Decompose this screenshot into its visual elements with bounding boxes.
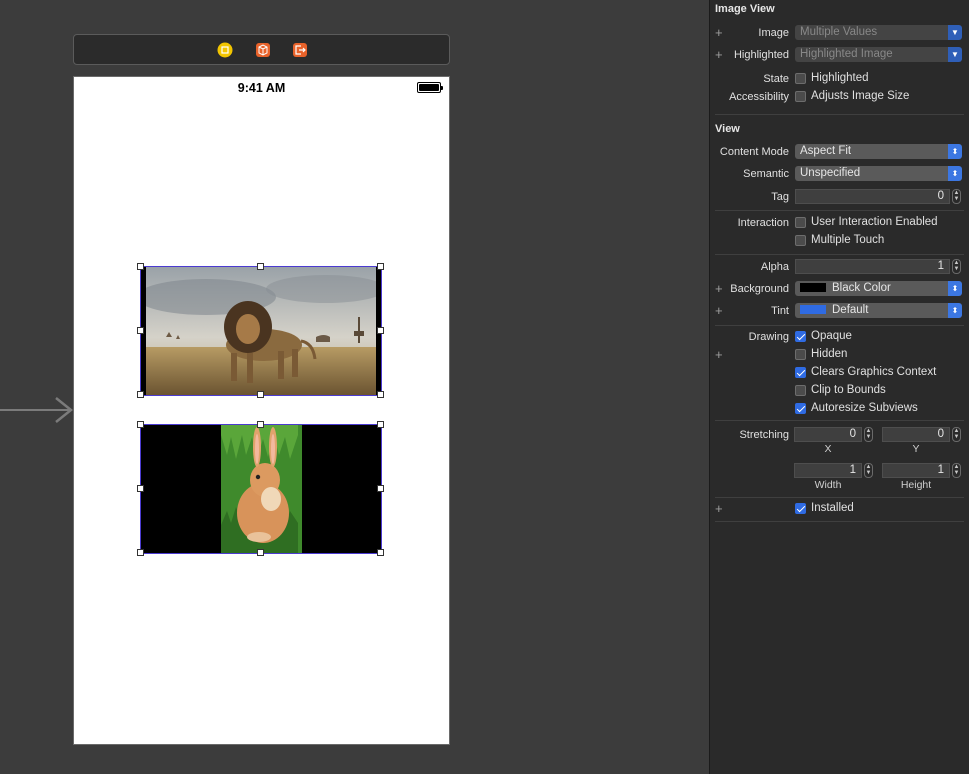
highlighted-checkbox-label: Highlighted bbox=[811, 72, 869, 84]
user-interaction-checkbox[interactable] bbox=[795, 217, 806, 228]
highlighted-popup[interactable]: Highlighted Image ▼ bbox=[795, 47, 962, 62]
divider bbox=[715, 521, 964, 522]
up-down-chevron-icon: ⬍ bbox=[948, 166, 962, 181]
divider bbox=[715, 210, 964, 211]
hidden-label: Hidden bbox=[811, 348, 848, 360]
image-popup[interactable]: Multiple Values ▼ bbox=[795, 25, 962, 40]
storyboard-canvas[interactable]: 9:41 AM bbox=[0, 0, 709, 774]
background-value: Black Color bbox=[832, 282, 891, 294]
installed-plus-icon[interactable]: + bbox=[715, 502, 723, 515]
stretching-width-field[interactable]: 1 bbox=[794, 463, 862, 478]
multiple-touch-label: Multiple Touch bbox=[811, 234, 885, 246]
entry-arrow-head-icon bbox=[55, 397, 74, 423]
stretching-x-caption: X bbox=[824, 443, 832, 455]
semantic-label: Semantic bbox=[743, 168, 789, 180]
content-mode-popup[interactable]: Aspect Fit ⬍ bbox=[795, 144, 962, 159]
alpha-label: Alpha bbox=[760, 261, 789, 273]
stretching-x-field[interactable]: 0 bbox=[794, 427, 862, 442]
background-plus-icon[interactable]: + bbox=[715, 282, 723, 295]
stretching-width-stepper[interactable]: ▲ ▼ bbox=[864, 463, 873, 478]
tint-value: Default bbox=[832, 304, 869, 316]
background-popup[interactable]: Black Color ⬍ bbox=[795, 281, 962, 296]
divider bbox=[715, 254, 964, 255]
stretching-label: Stretching bbox=[739, 429, 789, 441]
tag-field[interactable]: 0 bbox=[795, 189, 950, 204]
image-view-lion[interactable] bbox=[137, 263, 384, 398]
highlighted-checkbox[interactable] bbox=[795, 73, 806, 84]
tag-stepper[interactable]: ▲ ▼ bbox=[952, 189, 961, 204]
chevron-down-icon: ▼ bbox=[948, 47, 962, 62]
tag-label: Tag bbox=[771, 191, 789, 203]
state-label: State bbox=[763, 73, 789, 85]
alpha-stepper[interactable]: ▲ ▼ bbox=[952, 259, 961, 274]
content-mode-value: Aspect Fit bbox=[800, 145, 852, 157]
tint-plus-icon[interactable]: + bbox=[715, 304, 723, 317]
multiple-touch-checkbox[interactable] bbox=[795, 235, 806, 246]
stretching-height-caption: Height bbox=[900, 479, 932, 491]
up-down-chevron-icon: ⬍ bbox=[948, 303, 962, 318]
stretching-height-field[interactable]: 1 bbox=[882, 463, 950, 478]
accessibility-label: Accessibility bbox=[729, 91, 789, 103]
interaction-label: Interaction bbox=[737, 217, 789, 229]
tint-color-swatch bbox=[800, 305, 826, 314]
image-popup-value: Multiple Values bbox=[800, 26, 878, 38]
view-controller-icon[interactable] bbox=[217, 42, 233, 58]
highlighted-popup-value: Highlighted Image bbox=[800, 48, 893, 60]
divider bbox=[715, 325, 964, 326]
clip-to-bounds-checkbox[interactable] bbox=[795, 385, 806, 396]
highlighted-label: Highlighted bbox=[733, 49, 789, 61]
image-label: Image bbox=[758, 27, 789, 39]
adjusts-image-size-checkbox[interactable] bbox=[795, 91, 806, 102]
chevron-down-icon: ▼ bbox=[948, 25, 962, 40]
user-interaction-label: User Interaction Enabled bbox=[811, 216, 938, 228]
first-responder-icon[interactable] bbox=[255, 42, 271, 58]
tint-label: Tint bbox=[771, 305, 789, 317]
stretching-x-stepper[interactable]: ▲ ▼ bbox=[864, 427, 873, 442]
up-down-chevron-icon: ⬍ bbox=[948, 281, 962, 296]
stretching-y-field[interactable]: 0 bbox=[882, 427, 950, 442]
clip-to-bounds-label: Clip to Bounds bbox=[811, 384, 886, 396]
lion-photo bbox=[146, 267, 376, 395]
drawing-label: Drawing bbox=[748, 331, 789, 343]
content-mode-label: Content Mode bbox=[719, 146, 789, 158]
hidden-plus-icon[interactable]: + bbox=[715, 348, 723, 361]
installed-checkbox[interactable] bbox=[795, 503, 806, 514]
highlighted-plus-icon[interactable]: + bbox=[715, 48, 723, 61]
image-view-section-title: Image View bbox=[715, 3, 775, 15]
semantic-popup[interactable]: Unspecified ⬍ bbox=[795, 166, 962, 181]
scene-dock bbox=[73, 34, 450, 65]
semantic-value: Unspecified bbox=[800, 167, 861, 179]
clears-graphics-checkbox[interactable] bbox=[795, 367, 806, 378]
up-down-chevron-icon: ⬍ bbox=[948, 144, 962, 159]
battery-icon bbox=[417, 82, 443, 93]
stretching-y-stepper[interactable]: ▲ ▼ bbox=[952, 427, 961, 442]
attributes-inspector: Image View + Image Multiple Values ▼ + H… bbox=[709, 0, 969, 774]
exit-icon[interactable] bbox=[292, 42, 308, 58]
view-section-title: View bbox=[715, 123, 740, 135]
divider bbox=[715, 114, 964, 115]
clears-graphics-label: Clears Graphics Context bbox=[811, 366, 937, 378]
stretching-width-caption: Width bbox=[814, 479, 842, 491]
image-view-rabbit[interactable] bbox=[137, 421, 384, 556]
divider bbox=[715, 497, 964, 498]
background-color-swatch bbox=[800, 283, 826, 292]
hidden-checkbox[interactable] bbox=[795, 349, 806, 360]
image-plus-icon[interactable]: + bbox=[715, 26, 723, 39]
status-bar-time: 9:41 AM bbox=[237, 81, 286, 95]
rabbit-photo bbox=[221, 425, 302, 553]
autoresize-checkbox[interactable] bbox=[795, 403, 806, 414]
installed-label: Installed bbox=[811, 502, 854, 514]
tint-popup[interactable]: Default ⬍ bbox=[795, 303, 962, 318]
divider bbox=[715, 420, 964, 421]
adjusts-image-size-label: Adjusts Image Size bbox=[811, 90, 910, 102]
stretching-height-stepper[interactable]: ▲ ▼ bbox=[952, 463, 961, 478]
iphone-scene[interactable]: 9:41 AM bbox=[73, 76, 450, 745]
autoresize-label: Autoresize Subviews bbox=[811, 402, 918, 414]
opaque-label: Opaque bbox=[811, 330, 852, 342]
alpha-field[interactable]: 1 bbox=[795, 259, 950, 274]
opaque-checkbox[interactable] bbox=[795, 331, 806, 342]
background-label: Background bbox=[730, 283, 789, 295]
stretching-y-caption: Y bbox=[912, 443, 920, 455]
